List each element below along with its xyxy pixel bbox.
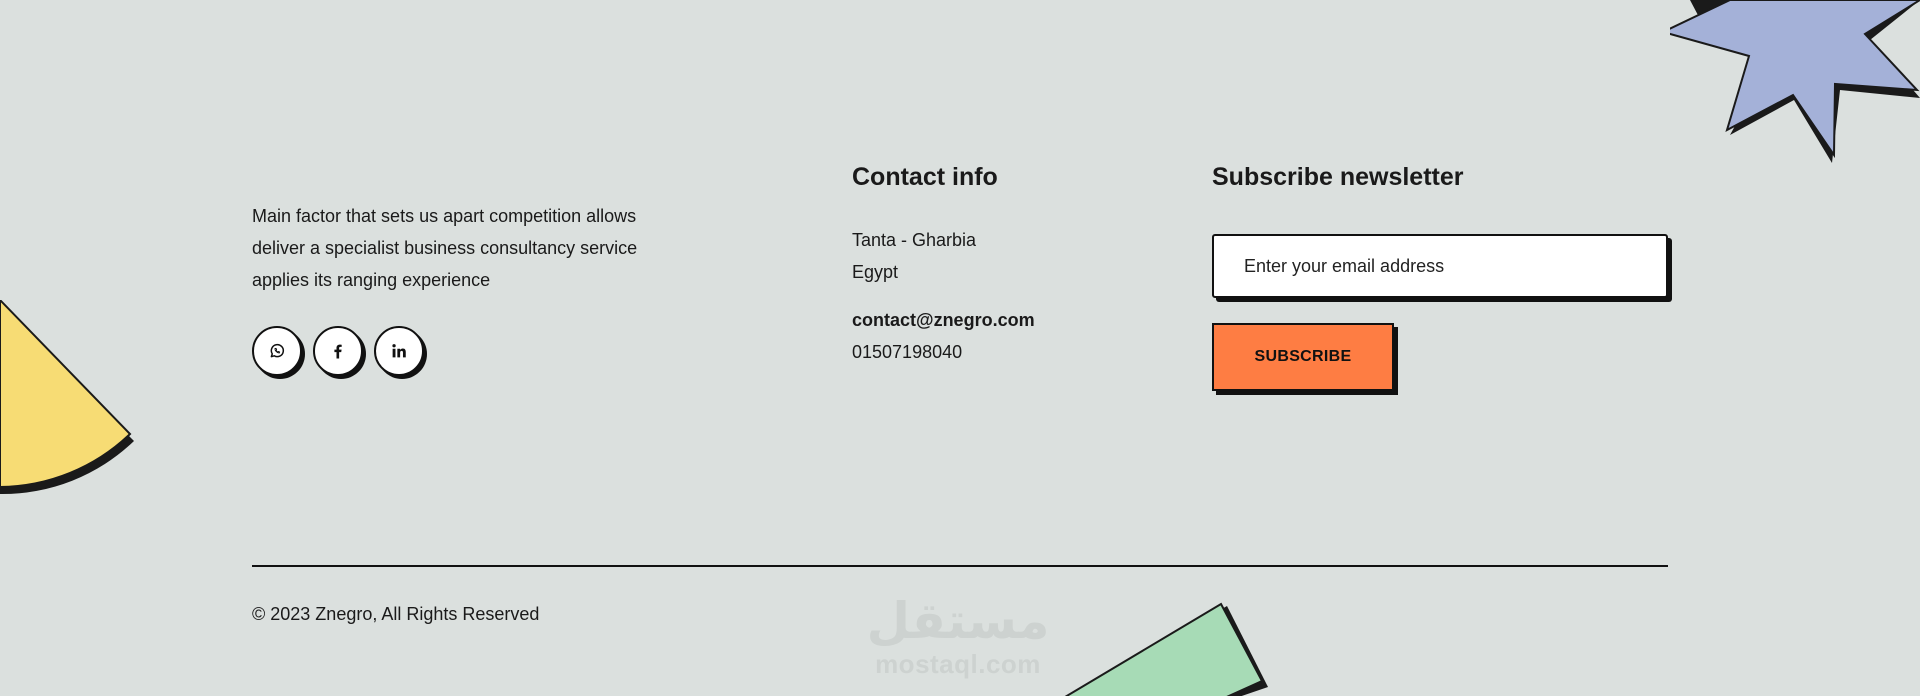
watermark-latin-text: mostaql.com bbox=[875, 649, 1041, 679]
contact-info-heading: Contact info bbox=[852, 163, 998, 191]
about-description: Main factor that sets us apart competiti… bbox=[252, 206, 638, 290]
facebook-button[interactable] bbox=[313, 326, 363, 376]
copyright-text: © 2023 Znegro, All Rights Reserved bbox=[252, 604, 540, 624]
subscribe-button[interactable]: SUBSCRIBE bbox=[1212, 323, 1394, 391]
contact-email: contact@znegro.com bbox=[852, 310, 1035, 330]
footer-divider bbox=[252, 565, 1668, 567]
social-links bbox=[252, 326, 424, 376]
newsletter-email-input[interactable] bbox=[1212, 234, 1668, 298]
newsletter-heading: Subscribe newsletter bbox=[1212, 163, 1464, 191]
facebook-icon bbox=[329, 342, 347, 360]
whatsapp-icon bbox=[268, 342, 286, 360]
linkedin-icon bbox=[390, 342, 408, 360]
linkedin-button[interactable] bbox=[374, 326, 424, 376]
blue-star-shape bbox=[1670, 0, 1920, 163]
contact-country: Egypt bbox=[852, 262, 899, 282]
contact-phone: 01507198040 bbox=[852, 342, 963, 362]
yellow-quarter-circle-shape bbox=[0, 300, 134, 495]
mostaql-watermark: مستقل mostaql.com bbox=[866, 592, 1050, 678]
watermark-arabic-text: مستقل bbox=[866, 592, 1050, 650]
whatsapp-button[interactable] bbox=[252, 326, 302, 376]
green-rectangle-shape bbox=[1064, 602, 1268, 696]
contact-city: Tanta - Gharbia bbox=[852, 230, 977, 250]
